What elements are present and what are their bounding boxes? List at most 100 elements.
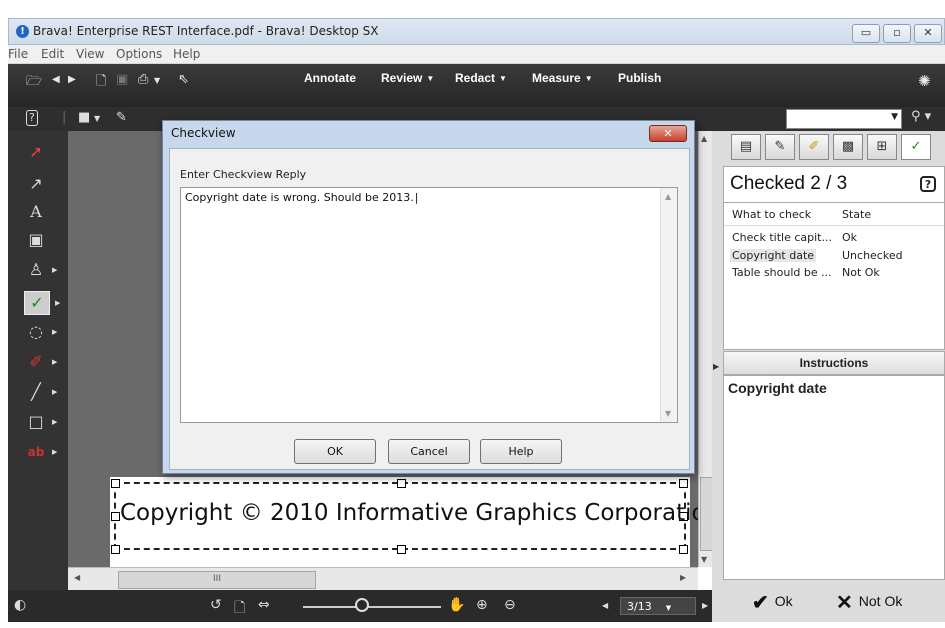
resize-handle[interactable]: [111, 512, 120, 521]
reply-label: Enter Checkview Reply: [180, 168, 307, 181]
stamp-tool-icon[interactable]: ♙ ▶: [24, 259, 58, 281]
tab-measurements[interactable]: ⊞: [867, 134, 897, 160]
menu-file[interactable]: File: [8, 47, 28, 61]
chevron-down-icon: ▼: [426, 74, 435, 84]
minimize-button[interactable]: ▭: [852, 24, 880, 43]
zoom-slider-knob[interactable]: [355, 598, 369, 612]
scroll-left-icon[interactable]: ◀: [74, 573, 80, 582]
column-header-what[interactable]: What to check: [732, 208, 811, 221]
measure-menu[interactable]: Measure ▼: [532, 71, 593, 85]
resize-handle[interactable]: [679, 545, 688, 554]
resize-handle[interactable]: [397, 479, 406, 488]
main-toolbar: 🗁 ◀ ▶ 🗋 ▣ ⎙ ▼ ⇖ Annotate Review ▼ Redact ▼…: [8, 64, 945, 107]
resize-handle[interactable]: [397, 545, 406, 554]
redact-tool-icon[interactable]: ab ▶: [24, 441, 58, 463]
check-item: Table should be ...: [732, 266, 832, 279]
select-pointer-icon[interactable]: ⇖: [178, 72, 189, 87]
tab-redactions[interactable]: ▩: [833, 134, 863, 160]
column-header-state[interactable]: State: [842, 208, 871, 221]
open-folder-icon[interactable]: 🗁: [26, 72, 42, 94]
brava-logo-icon: ✺: [918, 72, 931, 90]
pen-style-icon[interactable]: ✎: [116, 110, 127, 125]
chevron-down-icon: ▼: [499, 74, 507, 84]
menu-options[interactable]: Options: [116, 47, 162, 61]
checklist-table: What to check State Check title capit...…: [723, 202, 945, 350]
select-arrow-icon[interactable]: ➚: [24, 141, 48, 163]
scroll-right-icon[interactable]: ▶: [680, 573, 686, 582]
mark-not-ok-button[interactable]: ✕ Not Ok: [836, 590, 902, 616]
maximize-button[interactable]: ▫: [883, 24, 911, 43]
redact-menu[interactable]: Redact ▼: [455, 71, 507, 85]
menu-edit[interactable]: Edit: [41, 47, 64, 61]
zoom-slider[interactable]: [303, 606, 441, 608]
cloud-tool-icon[interactable]: ◌ ▶: [24, 321, 57, 343]
ok-button[interactable]: OK: [294, 439, 376, 464]
arrow-tool-icon[interactable]: ↗: [24, 173, 48, 195]
reply-text: Copyright date is wrong. Should be 2013.: [185, 191, 418, 204]
close-window-button[interactable]: ✕: [914, 24, 942, 43]
help-icon[interactable]: ?: [920, 176, 936, 192]
reply-textarea[interactable]: Copyright date is wrong. Should be 2013.…: [180, 187, 678, 423]
tab-notes[interactable]: ✐: [799, 134, 829, 160]
scroll-up-icon[interactable]: ▲: [665, 192, 671, 201]
search-icon[interactable]: ⚲ ▾: [911, 109, 941, 129]
search-dropdown-icon[interactable]: ▼: [891, 112, 898, 122]
resize-handle[interactable]: [679, 479, 688, 488]
forward-icon[interactable]: ▶: [68, 74, 76, 85]
save-icon[interactable]: ▣: [116, 72, 128, 87]
checkview-dialog: Checkview ✕ Enter Checkview Reply Copyri…: [162, 120, 695, 474]
fit-width-icon[interactable]: ⇔: [258, 597, 270, 613]
menu-view[interactable]: View: [76, 47, 104, 61]
cancel-button[interactable]: Cancel: [388, 439, 470, 464]
tab-checkview[interactable]: ✓: [901, 134, 931, 160]
fill-color-dropdown-icon[interactable]: ▼: [94, 114, 100, 123]
line-tool-icon[interactable]: ╱ ▶: [24, 381, 57, 403]
rectangle-tool-icon[interactable]: □ ▶: [24, 411, 57, 433]
print-icon[interactable]: ⎙: [138, 72, 148, 87]
tab-layers[interactable]: ▤: [731, 134, 761, 160]
zoom-out-icon[interactable]: ⊖: [504, 597, 516, 613]
page-dropdown-icon[interactable]: ▼: [666, 604, 671, 612]
print-dropdown-icon[interactable]: ▼: [154, 76, 160, 85]
zoom-area-icon[interactable]: ⊕: [476, 597, 488, 613]
pan-hand-icon[interactable]: ✋: [448, 597, 465, 613]
check-state: Not Ok: [842, 266, 880, 279]
text-tool-icon[interactable]: A: [24, 201, 48, 223]
scroll-up-icon[interactable]: ▲: [701, 134, 707, 143]
scroll-down-icon[interactable]: ▼: [665, 409, 671, 418]
dialog-close-button[interactable]: ✕: [649, 125, 687, 142]
tab-markups[interactable]: ✎: [765, 134, 795, 160]
annotation-tool-panel: ➚ ↗ A ▣ ♙ ▶ ✓ ▶ ◌ ▶ ✐ ▶ ╱ ▶ □ ▶ ab ▶: [8, 131, 68, 592]
help-button[interactable]: Help: [480, 439, 562, 464]
resize-handle[interactable]: [111, 479, 120, 488]
resize-handle[interactable]: [111, 545, 120, 554]
page-number-field[interactable]: 3/13 ▼: [620, 597, 696, 615]
vertical-scrollbar[interactable]: ▲ ▼: [698, 131, 714, 567]
image-tool-icon[interactable]: ▣: [24, 229, 48, 251]
help-icon[interactable]: ?: [26, 110, 38, 126]
checkview-tool-icon[interactable]: ✓ ▶: [24, 291, 60, 315]
publish-menu[interactable]: Publish: [618, 71, 661, 85]
back-icon[interactable]: ◀: [52, 74, 60, 85]
check-item: Copyright date: [730, 249, 817, 262]
new-document-icon[interactable]: 🗋: [96, 72, 106, 94]
review-menu[interactable]: Review ▼: [381, 71, 434, 85]
previous-page-icon[interactable]: ◀: [602, 601, 608, 610]
panel-splitter-icon[interactable]: ▶: [713, 362, 719, 371]
page-icon[interactable]: 🗋: [234, 597, 245, 621]
check-item: Check title capit...: [732, 231, 832, 244]
search-input[interactable]: ▼: [786, 109, 902, 129]
display-mode-icon[interactable]: ◐: [14, 597, 26, 613]
menu-help[interactable]: Help: [173, 47, 200, 61]
annotate-menu[interactable]: Annotate: [304, 71, 356, 85]
mark-ok-button[interactable]: ✔ Ok: [752, 590, 793, 616]
horizontal-scroll-thumb[interactable]: III: [118, 571, 316, 589]
highlighter-tool-icon[interactable]: ✐ ▶: [24, 351, 57, 373]
textarea-scrollbar[interactable]: ▲ ▼: [660, 188, 677, 422]
rotate-icon[interactable]: ↺: [210, 597, 222, 613]
horizontal-scrollbar[interactable]: ◀ III ▶: [68, 567, 698, 590]
app-icon: !: [16, 25, 29, 38]
next-page-icon[interactable]: ▶: [702, 601, 708, 610]
fill-color-icon[interactable]: ■: [78, 110, 90, 125]
scroll-down-icon[interactable]: ▼: [701, 555, 707, 564]
